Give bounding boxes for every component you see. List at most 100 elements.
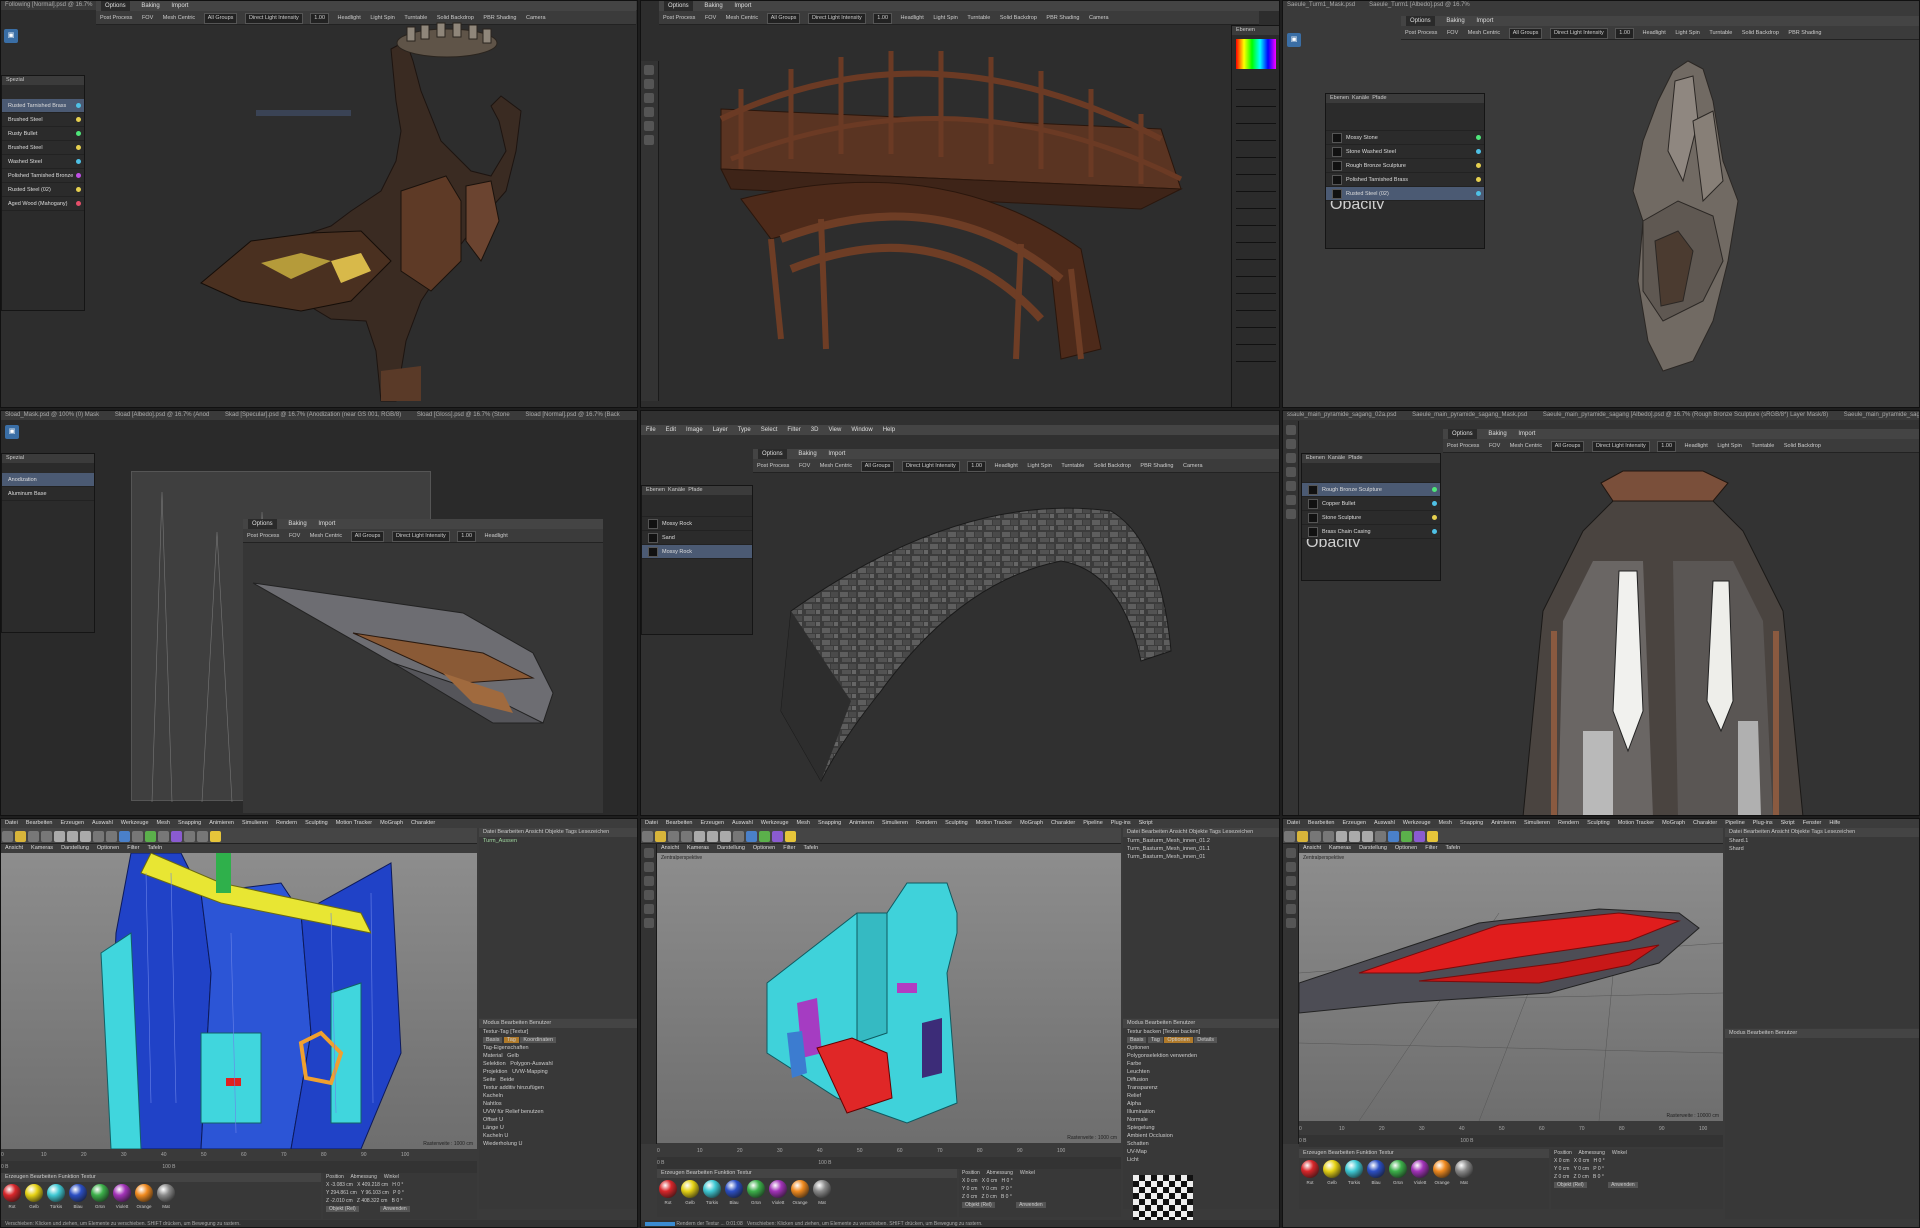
menu-item[interactable]: Animieren — [209, 819, 234, 828]
tool-icon[interactable] — [644, 876, 654, 886]
coord-row[interactable]: Z 0 cm Z 0 cm B 0 ° — [959, 1193, 1121, 1201]
menu-item[interactable]: Werkzeuge — [761, 819, 789, 828]
attr-row[interactable]: Kacheln U — [479, 1132, 637, 1140]
menu-item[interactable]: Mesh — [1439, 819, 1452, 828]
layer-list[interactable] — [1236, 73, 1276, 373]
attr-row[interactable]: Wiederholung U — [479, 1140, 637, 1148]
attr-row[interactable]: UVW für Relief benutzen — [479, 1108, 637, 1116]
x-axis-icon[interactable] — [1336, 831, 1347, 843]
coord-row[interactable]: X 0 cm X 0 cm H 0 ° — [959, 1177, 1121, 1185]
tool-icon[interactable] — [644, 135, 654, 145]
menu-item[interactable]: Erzeugen — [700, 819, 724, 828]
light-icon[interactable] — [210, 831, 221, 843]
menu-item[interactable]: Pipeline — [1725, 819, 1745, 828]
menu-item[interactable]: Rendern — [276, 819, 297, 828]
doc-tab[interactable]: Sload_Mask.psd @ 100% (0) Mask — [5, 411, 99, 420]
timeline[interactable]: 0 10 20 30 40 50 60 70 80 90 100 — [1299, 1123, 1723, 1135]
menu-item[interactable]: Auswahl — [92, 819, 113, 828]
doc-tab[interactable]: Sload [Gloss].psd @ 16.7% (Stone — [417, 411, 510, 420]
menu-item[interactable]: Werkzeuge — [121, 819, 149, 828]
z-axis-icon[interactable] — [720, 831, 731, 843]
frame-end[interactable]: 100 B — [818, 1157, 858, 1169]
pbr-shading-toggle[interactable]: PBR Shading — [1046, 11, 1079, 24]
viewport-menu-item[interactable]: Ansicht — [5, 844, 23, 853]
scale-icon[interactable] — [1310, 831, 1321, 843]
object-row[interactable]: Turm_Basturm_Mesh_innen_01.1 — [1123, 845, 1279, 853]
tool-icon[interactable] — [644, 121, 654, 131]
object-row[interactable]: Shard.1 — [1725, 837, 1919, 845]
undo-icon[interactable] — [2, 831, 13, 843]
menu-baking[interactable]: Baking — [704, 1, 722, 11]
cube-icon[interactable] — [746, 831, 757, 843]
subdivision-icon[interactable] — [145, 831, 156, 843]
floor-icon[interactable] — [184, 831, 195, 843]
menu-item[interactable]: Mesh — [797, 819, 810, 828]
groups-dropdown[interactable]: All Groups — [766, 13, 801, 24]
viewport-menu-item[interactable]: Optionen — [753, 844, 775, 853]
menu-item[interactable]: Plug-ins — [1753, 819, 1773, 828]
camera-icon[interactable] — [197, 831, 208, 843]
menu-item[interactable]: Skript — [1781, 819, 1795, 828]
menu-item[interactable]: Mesh — [157, 819, 170, 828]
menu-item[interactable]: Simulieren — [242, 819, 268, 828]
headlight-toggle[interactable]: Headlight — [485, 529, 508, 542]
menu-item[interactable]: Hilfe — [1829, 819, 1840, 828]
attr-row[interactable]: Normale — [1123, 1116, 1279, 1124]
move-icon[interactable] — [1297, 831, 1308, 843]
tool-icon[interactable] — [644, 904, 654, 914]
post-process-toggle[interactable]: Post Process — [663, 11, 695, 24]
attr-row[interactable]: Material Gelb — [479, 1052, 637, 1060]
light-intensity-value[interactable]: 1.00 — [873, 13, 893, 24]
material-swatch[interactable]: Mat — [1453, 1158, 1475, 1185]
attr-row[interactable]: Länge U — [479, 1124, 637, 1132]
cube-icon[interactable] — [119, 831, 130, 843]
menu-item[interactable]: Bearbeiten — [666, 819, 693, 828]
menu-options[interactable]: Options — [664, 1, 693, 11]
menu-item[interactable]: Plug-ins — [1111, 819, 1131, 828]
material-row[interactable]: Aluminum Base — [2, 487, 94, 501]
apply-button[interactable]: Anwenden — [380, 1206, 410, 1212]
move-icon[interactable] — [655, 831, 666, 843]
menu-item[interactable]: Charakter — [1693, 819, 1717, 828]
attr-row[interactable]: Schatten — [1123, 1140, 1279, 1148]
light-icon[interactable] — [1427, 831, 1438, 843]
deformer-icon[interactable] — [171, 831, 182, 843]
menu-item[interactable]: Rendern — [916, 819, 937, 828]
render-icon[interactable] — [733, 831, 744, 843]
tool-icon[interactable] — [644, 890, 654, 900]
menu-item[interactable]: Bearbeiten — [1308, 819, 1335, 828]
rotate-icon[interactable] — [41, 831, 52, 843]
menu-item[interactable]: Animieren — [1491, 819, 1516, 828]
menu-item[interactable]: Motion Tracker — [1618, 819, 1654, 828]
tab-details[interactable]: Details — [1194, 1037, 1218, 1043]
frame-end[interactable]: 100 B — [1460, 1135, 1500, 1147]
coord-row[interactable]: Z 0 cm Z 0 cm B 0 ° — [1551, 1173, 1723, 1181]
light-spin-toggle[interactable]: Light Spin — [933, 11, 957, 24]
tool-icon[interactable] — [1286, 848, 1296, 858]
headlight-toggle[interactable]: Headlight — [901, 11, 924, 24]
camera-dropdown[interactable]: Camera — [1089, 11, 1109, 24]
menu-item[interactable]: MoGraph — [380, 819, 403, 828]
tab-basis[interactable]: Basis — [1127, 1037, 1147, 1043]
material-swatch[interactable]: Gelb — [679, 1178, 701, 1205]
mesh-centric-toggle[interactable]: Mesh Centric — [726, 11, 758, 24]
attr-row[interactable]: Relief — [1123, 1092, 1279, 1100]
attr-row[interactable]: Illumination — [1123, 1108, 1279, 1116]
y-axis-icon[interactable] — [67, 831, 78, 843]
attr-row[interactable]: Transparenz — [1123, 1084, 1279, 1092]
tool-icon[interactable] — [1286, 904, 1296, 914]
tool-icon[interactable] — [644, 65, 654, 75]
y-axis-icon[interactable] — [1349, 831, 1360, 843]
solid-backdrop-toggle[interactable]: Solid Backdrop — [1000, 11, 1037, 24]
post-process-toggle[interactable]: Post Process — [247, 529, 279, 542]
c4d-viewport[interactable]: Zentralperspektive Rasterweite : 10000 c… — [1298, 853, 1724, 1122]
attr-row[interactable]: Offset U — [479, 1116, 637, 1124]
doc-tab[interactable]: Skad [Specular].psd @ 16.7% (Anodization… — [225, 411, 401, 420]
light-icon[interactable] — [785, 831, 796, 843]
material-row[interactable]: Anodization — [2, 473, 94, 487]
move-icon[interactable] — [15, 831, 26, 843]
coord-row[interactable]: Y 294.861 cm Y 96.103 cm P 0 ° — [323, 1189, 477, 1197]
mesh-centric-toggle[interactable]: Mesh Centric — [310, 529, 342, 542]
tab-basis[interactable]: Basis — [483, 1037, 503, 1043]
menu-item[interactable]: Simulieren — [1524, 819, 1550, 828]
